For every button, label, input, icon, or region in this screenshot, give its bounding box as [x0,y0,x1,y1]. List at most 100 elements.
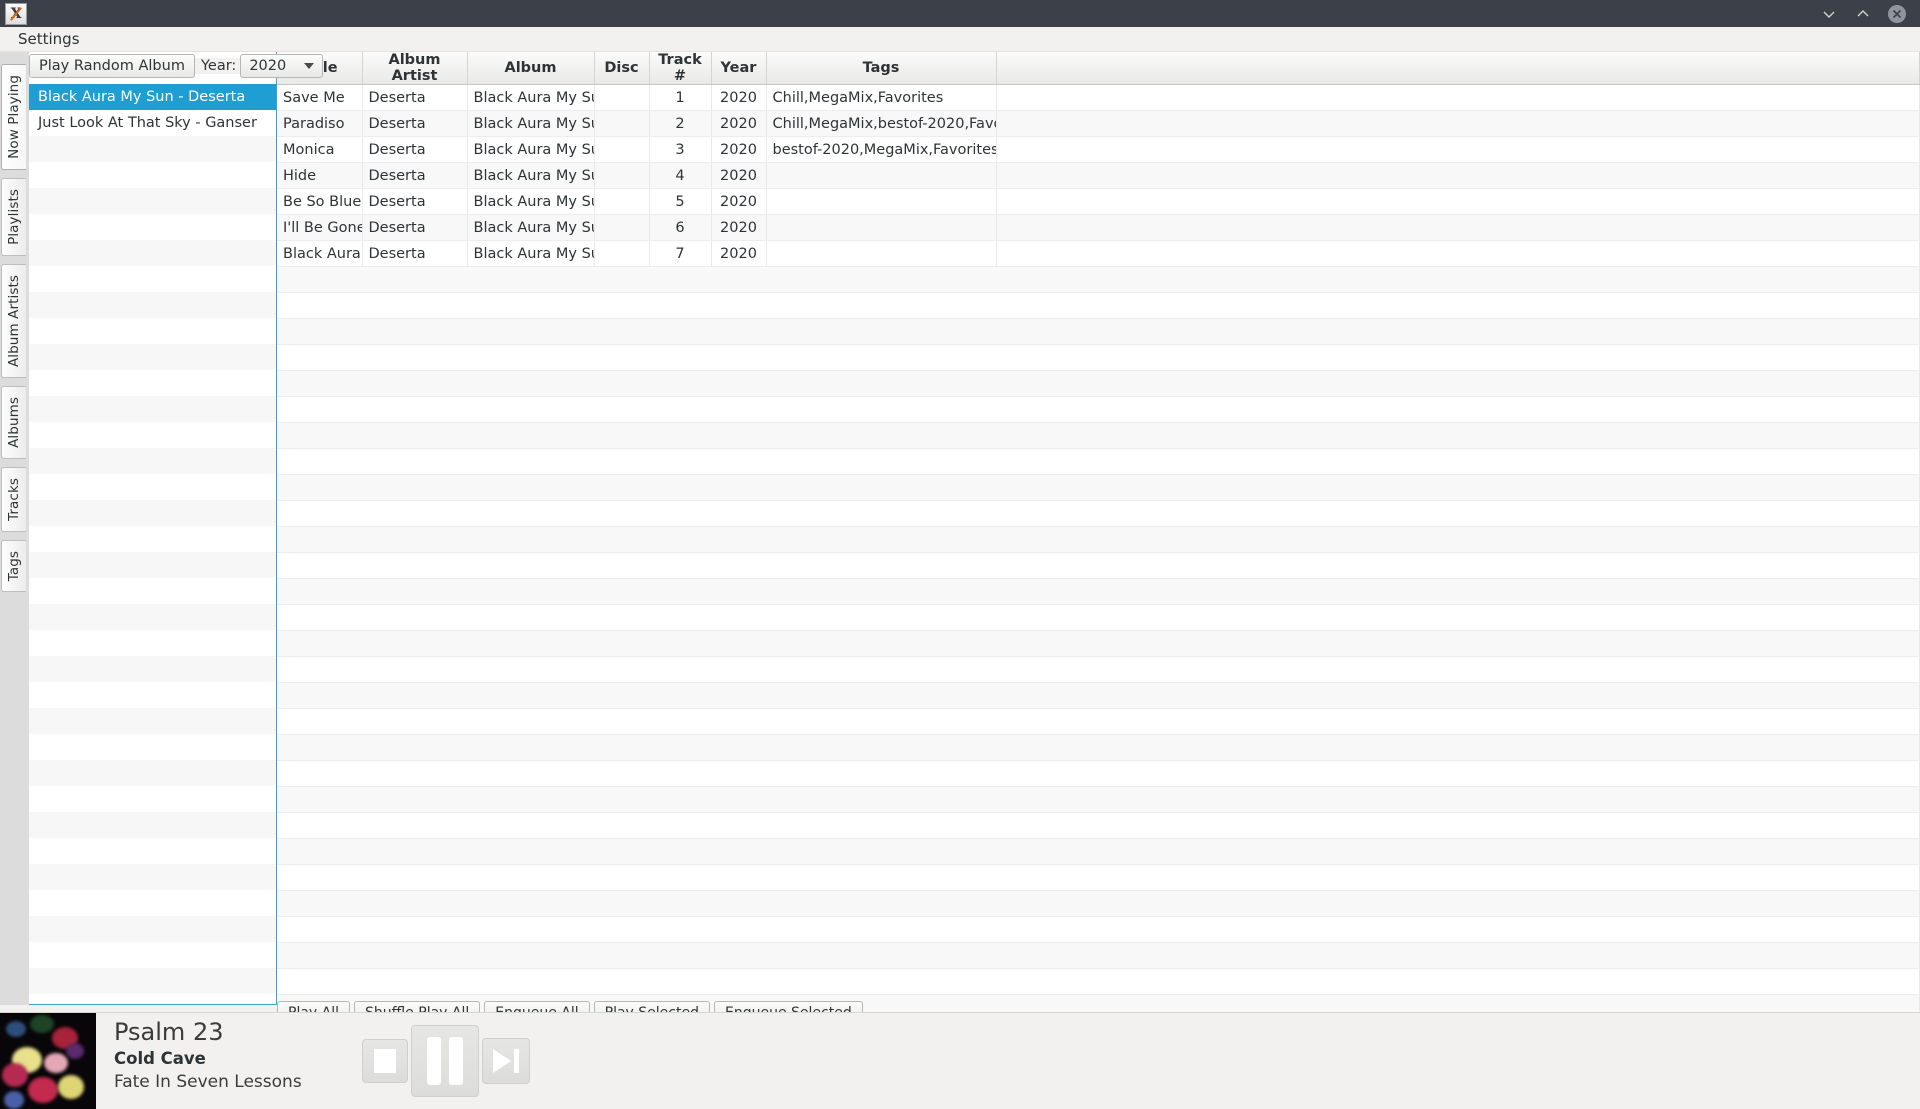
list-item-empty [29,396,276,422]
table-row-empty [277,422,1920,449]
tab-tags[interactable]: Tags [1,539,26,592]
column-header-tags[interactable]: Tags [766,52,997,85]
chevron-down-icon[interactable] [1812,0,1846,27]
table-row[interactable]: Be So Blue Deserta Black Aura My Sun 5 2… [277,188,1920,215]
list-item-empty [29,578,276,604]
cell-filler [996,110,1920,137]
list-item-empty [29,188,276,214]
tab-playlists[interactable]: Playlists [1,177,26,256]
tab-now-playing[interactable]: Now Playing [1,64,26,170]
cell-filler [996,162,1920,189]
cell-album: Black Aura My Sun [467,110,595,137]
table-row-empty [277,474,1920,501]
tab-tracks[interactable]: Tracks [1,466,26,532]
table-row-empty [277,604,1920,631]
table-row[interactable]: Hide Deserta Black Aura My Sun 4 2020 [277,162,1920,189]
title-bar: X [0,0,1920,27]
list-item-empty [29,760,276,786]
chevron-up-icon[interactable] [1846,0,1880,27]
cell-disc [594,188,650,215]
table-row[interactable]: I'll Be Gone Deserta Black Aura My Sun 6… [277,214,1920,241]
table-row-empty [277,292,1920,319]
tab-albums[interactable]: Albums [1,385,26,459]
table-row[interactable]: Black Aura Deserta Black Aura My Sun 7 2… [277,240,1920,267]
table-row[interactable]: Monica Deserta Black Aura My Sun 3 2020 … [277,136,1920,163]
cell-track-number: 3 [649,136,712,163]
stop-icon [373,1049,396,1073]
list-item-empty [29,162,276,188]
cell-tags [766,214,997,241]
column-header-filler [996,52,1920,85]
list-item-empty [29,838,276,864]
pause-button[interactable] [410,1025,479,1097]
table-row-empty [277,864,1920,891]
table-row-empty [277,890,1920,917]
list-item[interactable]: Just Look At That Sky - Ganser [29,110,276,136]
table-row-empty [277,396,1920,423]
table-row-empty [277,500,1920,527]
cell-title: Paradiso [277,110,363,137]
tab-album-artists[interactable]: Album Artists [1,263,26,378]
column-header-album-artist[interactable]: Album Artist [362,52,468,85]
list-item[interactable]: Black Aura My Sun - Deserta [29,84,276,110]
next-button[interactable] [481,1038,530,1084]
table-row-empty [277,344,1920,371]
cell-tags [766,162,997,189]
cell-album: Black Aura My Sun [467,136,595,163]
cell-year: 2020 [711,188,767,215]
list-item-empty [29,890,276,916]
cell-filler [996,84,1920,111]
column-header-disc[interactable]: Disc [594,52,650,85]
list-item-empty [29,344,276,370]
table-row-empty [277,942,1920,969]
cell-album-artist: Deserta [362,110,468,137]
album-art[interactable] [0,1013,96,1109]
table-row-empty [277,968,1920,995]
cell-tags: Chill,MegaMix,bestof-2020,Favorites [766,110,997,137]
cell-disc [594,136,650,163]
track-table: Title Album Artist Album Disc Track # Ye… [277,52,1920,1021]
cell-track-number: 4 [649,162,712,189]
table-row-empty [277,552,1920,579]
cell-album-artist: Deserta [362,162,468,189]
list-item-empty [29,266,276,292]
cell-album: Black Aura My Sun [467,214,595,241]
list-item-empty [29,630,276,656]
cell-title: Be So Blue [277,188,363,215]
cell-disc [594,240,650,267]
list-item-empty [29,682,276,708]
cell-title: Monica [277,136,363,163]
list-item-empty [29,240,276,266]
column-header-year[interactable]: Year [711,52,767,85]
track-table-body: Save Me Deserta Black Aura My Sun 1 2020… [277,84,1920,1021]
cell-disc [594,214,650,241]
menu-item-settings[interactable]: Settings [8,28,90,50]
close-circle-icon[interactable] [1880,0,1914,27]
list-item-empty [29,942,276,968]
cell-tags [766,240,997,267]
year-select[interactable]: 2020 [240,54,324,78]
cell-track-number: 2 [649,110,712,137]
tab-tags-label: Tags [6,550,22,581]
list-item-empty [29,448,276,474]
year-select-value: 2020 [249,58,287,74]
list-item-empty [29,214,276,240]
list-item-empty [29,656,276,682]
album-list[interactable]: Black Aura My Sun - Deserta Just Look At… [29,84,276,1004]
table-row-empty [277,630,1920,657]
stop-button[interactable] [361,1039,408,1083]
column-header-track-number[interactable]: Track # [649,52,712,85]
table-row[interactable]: Save Me Deserta Black Aura My Sun 1 2020… [277,84,1920,111]
cell-filler [996,136,1920,163]
album-list-item-label: Black Aura My Sun - Deserta [38,89,246,105]
next-track-icon [492,1049,519,1073]
column-header-album[interactable]: Album [467,52,595,85]
play-random-album-button[interactable]: Play Random Album [29,54,195,78]
cell-track-number: 5 [649,188,712,215]
tab-now-playing-label: Now Playing [6,75,22,159]
list-item-empty [29,474,276,500]
cell-filler [996,214,1920,241]
list-item-empty [29,604,276,630]
table-row[interactable]: Paradiso Deserta Black Aura My Sun 2 202… [277,110,1920,137]
cell-album: Black Aura My Sun [467,162,595,189]
